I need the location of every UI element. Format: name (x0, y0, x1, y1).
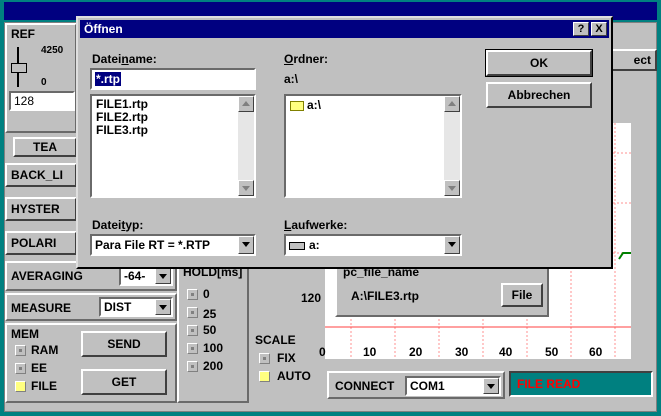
ref-slider-thumb[interactable] (11, 63, 27, 73)
hold-radio-100[interactable] (187, 343, 198, 354)
averaging-label: AVERAGING (11, 269, 83, 283)
mem-label: MEM (11, 327, 39, 341)
dialog-title: Öffnen (84, 22, 123, 36)
status-text: FILE READ (517, 377, 581, 391)
hold-option-100: 100 (203, 341, 224, 355)
averaging-select[interactable]: -64- (119, 266, 173, 286)
folder-path: a:\ (284, 72, 299, 86)
file-list-scrollbar[interactable] (238, 96, 254, 196)
mem-option-ram: RAM (31, 343, 59, 357)
mem-panel: MEM RAM EE FILE SEND GET (5, 323, 177, 403)
folder-list[interactable]: a:\ (284, 94, 462, 198)
measure-label: MEASURE (11, 301, 72, 315)
scale-radio-fix[interactable] (259, 353, 270, 364)
filename-input[interactable]: *.rtp (90, 68, 256, 90)
open-dialog: Öffnen ? X Dateiname: *.rtp FILE1.rtp FI… (76, 16, 613, 269)
x-tick-30: 30 (455, 345, 469, 359)
get-button[interactable]: GET (81, 369, 167, 395)
connect-dropdown-icon[interactable] (483, 378, 499, 394)
polarity-button[interactable]: POLARI (5, 231, 77, 255)
ref-label: REF (11, 27, 35, 41)
file-name-panel: pc_file_name A:\FILE3.rtp File (335, 263, 549, 317)
folder-item-label: a:\ (307, 98, 322, 112)
hold-option-200: 200 (203, 359, 224, 373)
scale-option-auto: AUTO (277, 369, 311, 383)
drive-select[interactable]: a: (284, 234, 462, 256)
averaging-value: -64- (124, 269, 146, 283)
hold-radio-200[interactable] (187, 361, 198, 372)
mem-radio-ee[interactable] (15, 363, 26, 374)
scale-radio-auto[interactable] (259, 371, 270, 382)
measure-dropdown-icon[interactable] (155, 299, 171, 315)
measure-value: DIST (104, 300, 132, 314)
hold-panel: HOLD[ms] 0 25 50 100 200 (177, 263, 249, 403)
mem-radio-ram[interactable] (15, 345, 26, 356)
drives-label: Laufwerke: (284, 218, 348, 232)
hold-radio-50[interactable] (187, 325, 198, 336)
ref-min-label: 0 (41, 77, 47, 88)
scroll-up-icon[interactable] (238, 96, 254, 112)
folder-list-scrollbar[interactable] (444, 96, 460, 196)
folder-list-item[interactable]: a:\ (290, 98, 321, 112)
x-tick-20: 20 (409, 345, 423, 359)
file-list-item[interactable]: FILE3.rtp (96, 124, 148, 137)
x-tick-10: 10 (363, 345, 377, 359)
help-icon: ? (577, 23, 585, 35)
scale-y-value: 120 (301, 291, 322, 305)
mem-radio-file[interactable] (15, 381, 26, 392)
send-button[interactable]: SEND (81, 331, 167, 357)
file-list[interactable]: FILE1.rtp FILE2.rtp FILE3.rtp (90, 94, 256, 198)
mem-option-ee: EE (31, 361, 48, 375)
open-folder-icon (290, 100, 304, 111)
select-button[interactable]: ect (609, 49, 657, 71)
teach-button[interactable]: TEA (13, 137, 77, 157)
measure-select[interactable]: DIST (99, 297, 173, 317)
filename-label: Dateiname: (92, 52, 157, 66)
connect-label: CONNECT (335, 379, 395, 393)
filetype-select[interactable]: Para File RT = *.RTP (90, 234, 256, 256)
hold-radio-0[interactable] (187, 289, 198, 300)
filetype-label: Dateityp: (92, 218, 144, 232)
hold-option-0: 0 (203, 287, 210, 301)
drive-icon (289, 241, 305, 250)
status-box: FILE READ (509, 371, 653, 397)
hyster-button[interactable]: HYSTER (5, 197, 77, 221)
drive-dropdown-icon[interactable] (444, 236, 460, 254)
help-button[interactable]: ? (573, 22, 589, 36)
cancel-button[interactable]: Abbrechen (486, 82, 592, 108)
x-tick-0: 0 (319, 345, 326, 359)
hold-option-25: 25 (203, 307, 217, 321)
ref-panel: REF 4250 0 128 (5, 23, 77, 133)
scale-label: SCALE (255, 333, 296, 347)
mem-option-file: FILE (31, 379, 57, 393)
scale-option-fix: FIX (277, 351, 296, 365)
back-light-button[interactable]: BACK_LI (5, 163, 77, 187)
connect-panel: CONNECT COM1 (327, 371, 505, 399)
x-tick-60: 60 (589, 345, 603, 359)
ref-max-label: 4250 (41, 45, 64, 56)
close-icon: X (595, 23, 603, 35)
file-button[interactable]: File (501, 283, 543, 307)
hold-option-50: 50 (203, 323, 217, 337)
filetype-value: Para File RT = *.RTP (95, 238, 211, 252)
averaging-dropdown-icon[interactable] (155, 268, 171, 284)
x-tick-40: 40 (499, 345, 513, 359)
x-tick-50: 50 (545, 345, 559, 359)
scroll-up-icon[interactable] (444, 96, 460, 112)
folder-label: Ordner: (284, 52, 329, 66)
filename-value: *.rtp (95, 72, 121, 86)
drive-value: a: (309, 238, 320, 252)
measure-panel: MEASURE DIST (5, 293, 177, 321)
connect-port-select[interactable]: COM1 (405, 376, 501, 396)
scroll-down-icon[interactable] (238, 180, 254, 196)
ok-button[interactable]: OK (485, 49, 593, 77)
file-path-text: A:\FILE3.rtp (351, 289, 419, 303)
dialog-title-bar: Öffnen ? X (80, 20, 609, 38)
ref-value-field[interactable]: 128 (9, 91, 75, 111)
filetype-dropdown-icon[interactable] (238, 236, 254, 254)
close-button[interactable]: X (591, 22, 607, 36)
connect-port-value: COM1 (410, 379, 445, 393)
scroll-down-icon[interactable] (444, 180, 460, 196)
hold-radio-25[interactable] (187, 307, 198, 318)
